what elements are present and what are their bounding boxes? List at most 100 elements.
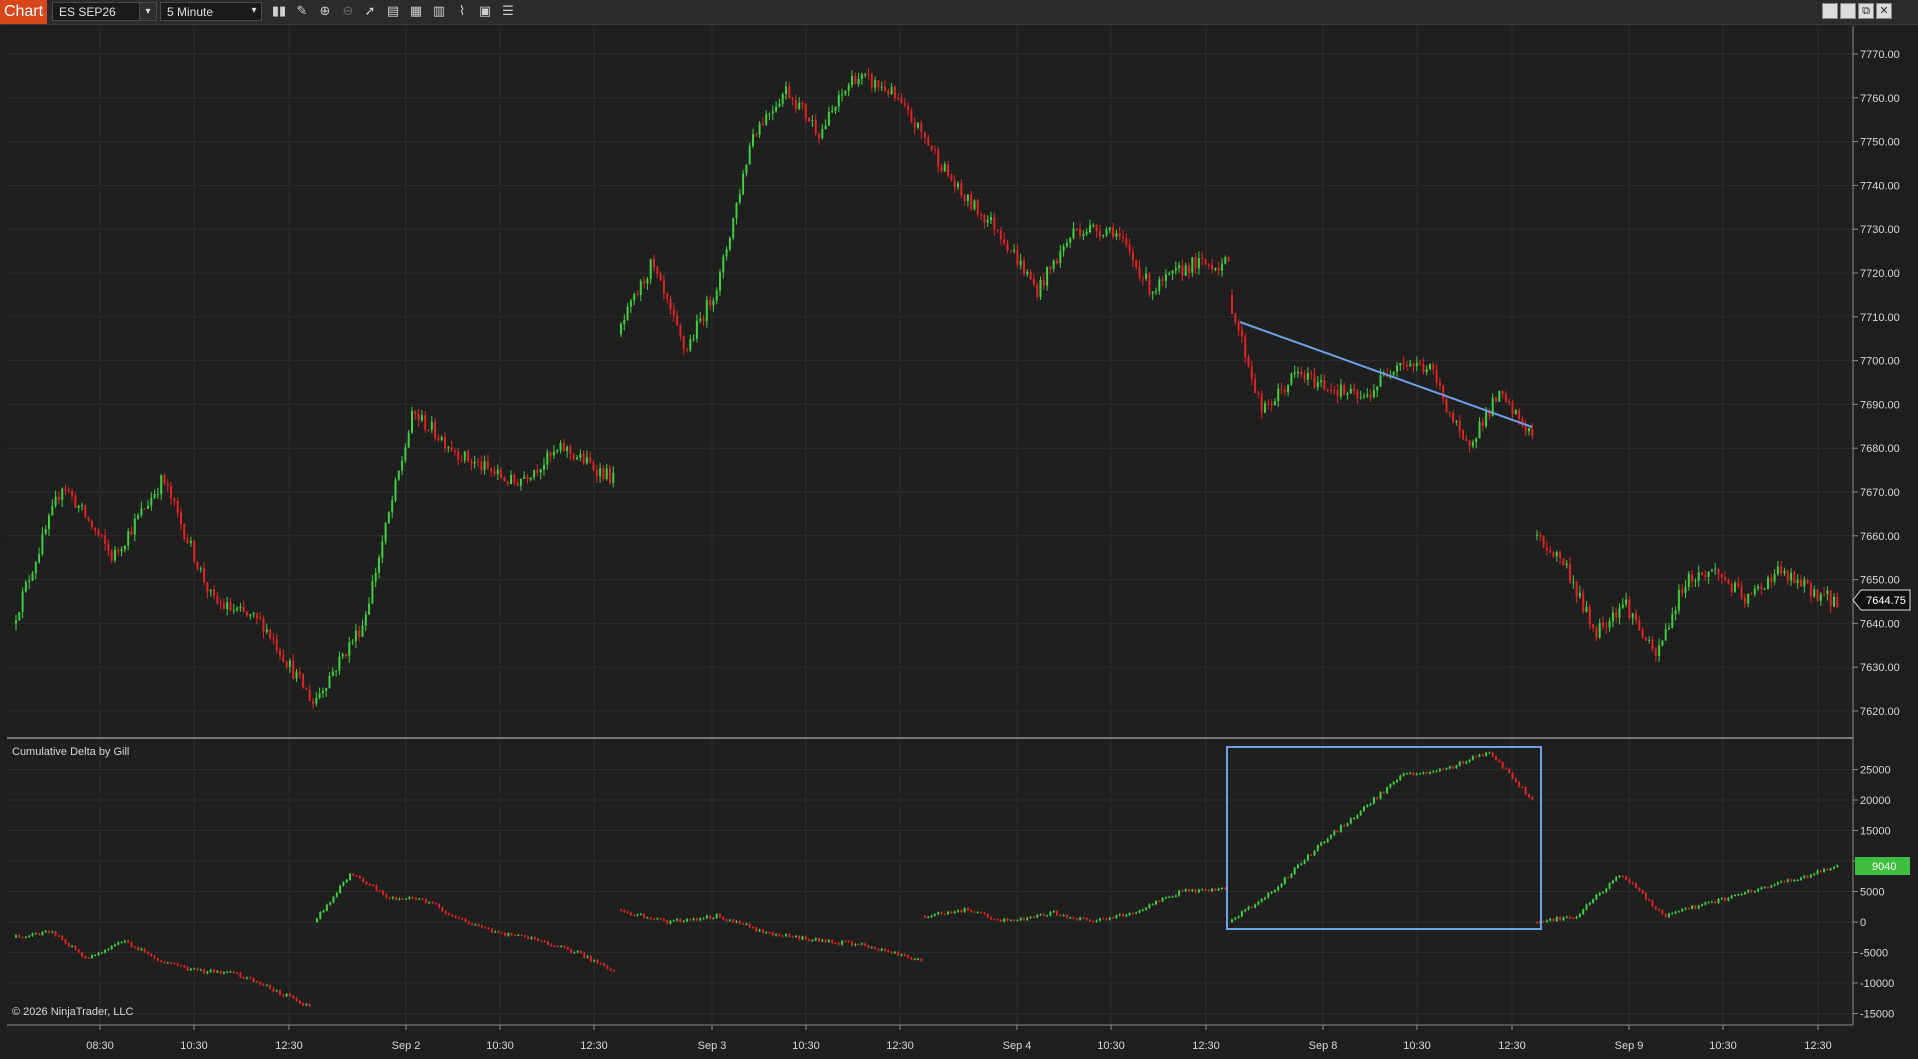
candle-body xyxy=(18,612,21,621)
candle-body xyxy=(312,701,314,704)
candle-body xyxy=(1717,569,1720,575)
delta-bar xyxy=(368,884,371,886)
chart-canvas[interactable]: 7770.00 7760.00 7750.00 7740.00 7730.00 7720.… xyxy=(0,0,1918,1059)
candle-body xyxy=(1353,388,1356,391)
candle-body xyxy=(1786,570,1789,581)
delta-bar xyxy=(1105,918,1108,920)
delta-bar xyxy=(1569,916,1571,919)
candle-body xyxy=(219,603,222,605)
delta-bar xyxy=(1780,881,1783,883)
delta-bar xyxy=(67,943,70,947)
candle-body xyxy=(1836,596,1839,607)
delta-bar xyxy=(1531,796,1534,800)
delta-bar xyxy=(272,988,275,992)
delta-bar xyxy=(1323,842,1326,844)
delta-bar xyxy=(560,945,563,947)
delta-bar xyxy=(1168,896,1171,898)
candle-body xyxy=(252,613,255,615)
delta-bar xyxy=(563,945,566,948)
delta-bar xyxy=(1240,911,1243,917)
candle-body xyxy=(34,562,37,574)
delta-bar xyxy=(999,919,1002,922)
delta-bar xyxy=(986,913,989,918)
delta-bar xyxy=(94,954,97,956)
delta-bar xyxy=(1770,885,1773,888)
delta-bar xyxy=(847,941,850,943)
delta-bar xyxy=(1478,754,1481,757)
delta-bar xyxy=(48,930,50,933)
indicator-axis[interactable]: 2500020000150001000050000-5000-10000-150… xyxy=(1853,765,1894,1021)
delta-bar xyxy=(372,885,375,887)
delta-bar xyxy=(104,950,107,953)
delta-bar xyxy=(28,935,31,937)
candle-body xyxy=(414,410,417,414)
delta-bar xyxy=(279,990,281,995)
delta-bar xyxy=(246,977,248,979)
candle-body xyxy=(562,443,565,452)
delta-bar xyxy=(834,942,837,944)
candle-body xyxy=(199,568,202,570)
delta-bar xyxy=(725,919,728,921)
candle-body xyxy=(589,457,592,463)
candle-body xyxy=(1042,279,1045,286)
candle-body xyxy=(1277,388,1280,402)
candle-body xyxy=(903,103,906,106)
delta-bar xyxy=(1438,768,1441,772)
delta-bar xyxy=(163,961,166,963)
delta-bar xyxy=(1277,886,1280,891)
price-tick-label: 7690.00 xyxy=(1860,399,1900,411)
candle-body xyxy=(1829,590,1832,607)
price-tick-label: 7750.00 xyxy=(1860,137,1900,149)
candle-body xyxy=(937,150,940,167)
candle-body xyxy=(980,214,983,216)
candle-body xyxy=(203,568,206,583)
delta-bar xyxy=(1141,909,1144,911)
delta-bar xyxy=(1796,879,1799,881)
delta-bar xyxy=(329,902,332,905)
candle-body xyxy=(1056,260,1058,264)
delta-bar xyxy=(1445,768,1448,770)
candle-body xyxy=(1621,604,1624,608)
candle-body xyxy=(1575,581,1578,597)
delta-bar xyxy=(533,937,536,940)
delta-bar xyxy=(831,940,834,943)
candle-body xyxy=(1674,610,1677,614)
delta-bar xyxy=(537,939,540,941)
candle-body xyxy=(745,164,748,174)
candle-body xyxy=(1445,399,1448,412)
price-axis[interactable]: 7770.00 7760.00 7750.00 7740.00 7730.00 7720.… xyxy=(1853,49,1900,718)
delta-bar xyxy=(1578,913,1581,917)
delta-bar xyxy=(913,959,916,961)
last-price-marker: 7644.75 xyxy=(1852,589,1911,611)
delta-tick-label: -10000 xyxy=(1860,978,1894,990)
candle-body xyxy=(1638,620,1641,631)
candle-body xyxy=(1346,393,1349,395)
candle-body xyxy=(996,229,999,231)
candle-body xyxy=(880,86,883,88)
candle-body xyxy=(490,467,493,472)
candle-body xyxy=(1409,363,1412,367)
delta-bar xyxy=(814,938,817,941)
candle-body xyxy=(788,86,791,99)
delta-bar xyxy=(186,967,189,971)
candle-body xyxy=(1184,265,1187,276)
delta-bar xyxy=(61,935,64,940)
candle-body xyxy=(1330,389,1332,391)
candle-body xyxy=(672,309,675,316)
candle-body xyxy=(1293,372,1296,374)
delta-bar xyxy=(1773,884,1776,886)
delta-bar xyxy=(388,897,391,899)
delta-bar xyxy=(203,969,206,974)
delta-bar xyxy=(213,969,215,973)
candle-body xyxy=(1254,378,1257,393)
delta-bar xyxy=(626,911,629,913)
delta-bar xyxy=(405,898,408,900)
candle-body xyxy=(1128,244,1131,252)
delta-bar xyxy=(857,944,860,946)
candle-body xyxy=(666,293,669,299)
candle-body xyxy=(104,535,107,545)
delta-bar xyxy=(1369,803,1372,806)
time-tick-label: 10:30 xyxy=(1709,1040,1737,1052)
candle-body xyxy=(440,437,443,440)
candle-body xyxy=(973,200,976,210)
